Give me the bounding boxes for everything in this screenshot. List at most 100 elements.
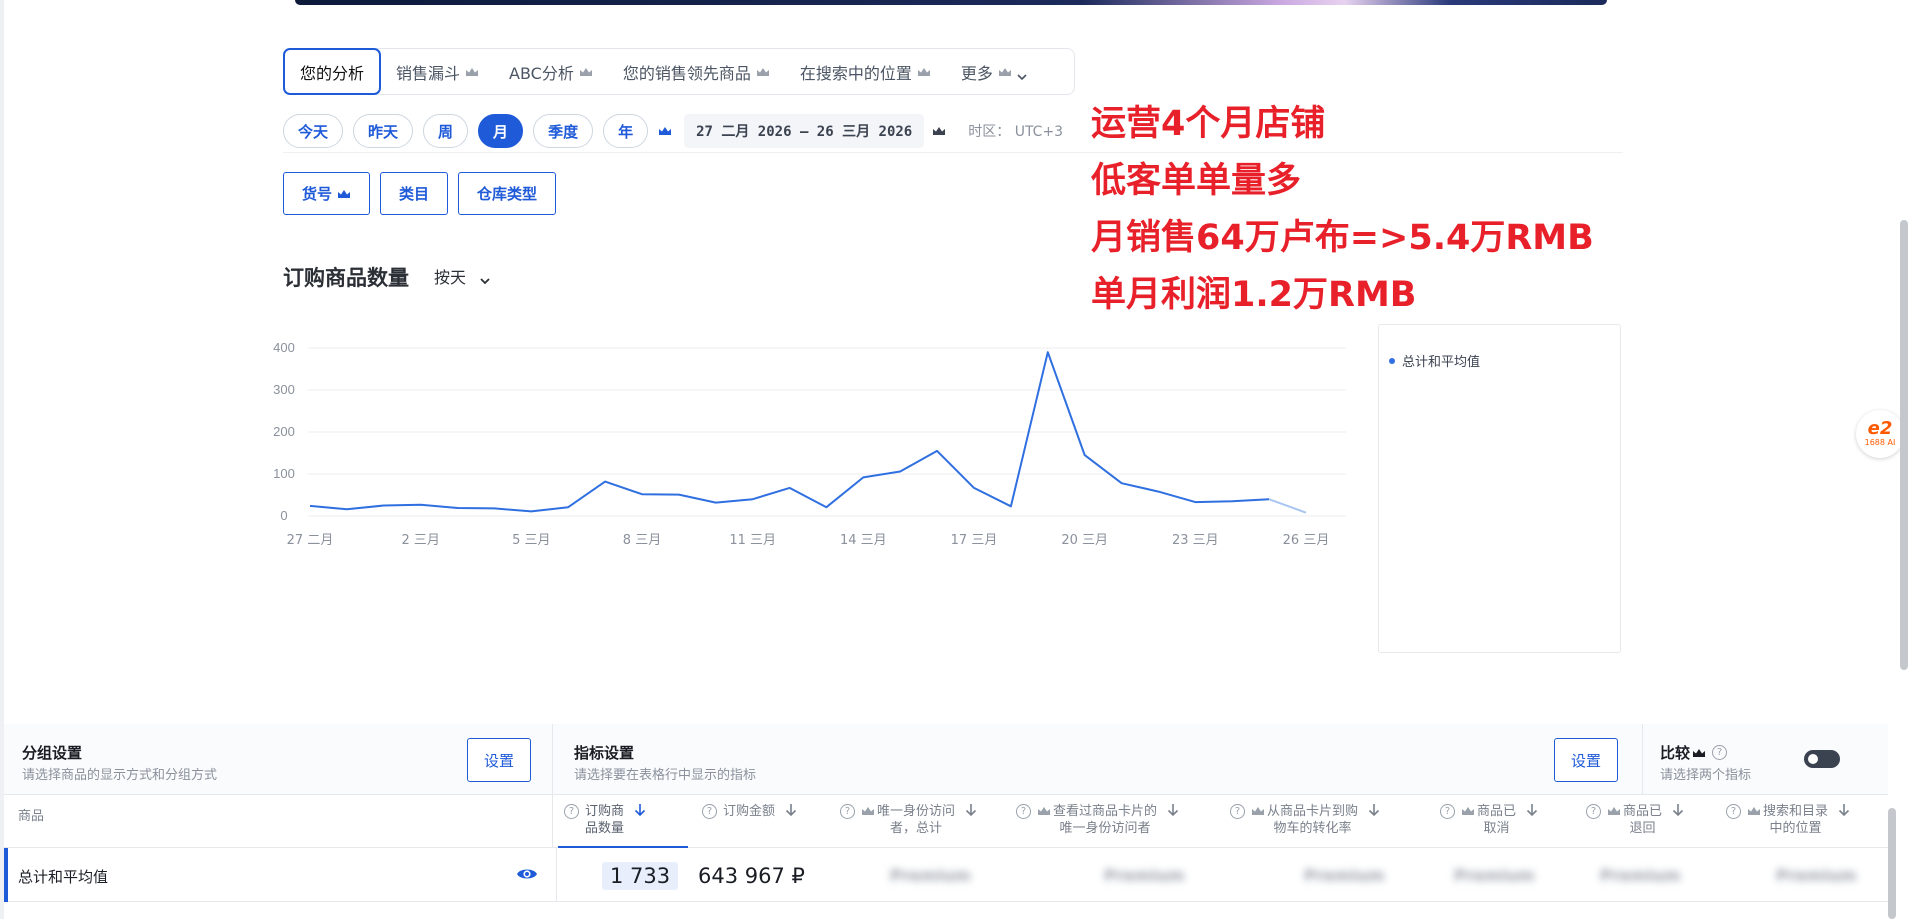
- period-pill-3[interactable]: 月: [478, 114, 524, 148]
- data-point[interactable]: [1042, 346, 1054, 358]
- tab-1[interactable]: 销售漏斗: [381, 48, 494, 95]
- data-point[interactable]: [1152, 486, 1164, 498]
- data-point[interactable]: [562, 501, 574, 513]
- filter-button-1[interactable]: 类目: [380, 172, 449, 215]
- sort-arrow-icon[interactable]: [1838, 803, 1850, 821]
- column-label: 搜索和目录 中的位置: [1763, 803, 1828, 837]
- tab-4[interactable]: 在搜索中的位置: [785, 48, 946, 95]
- data-point[interactable]: [1079, 449, 1091, 461]
- data-point[interactable]: [304, 500, 316, 512]
- filter-button-2[interactable]: 仓库类型: [458, 172, 557, 215]
- orders-line-chart[interactable]: 0 100 200 300 400 27 二月 2 三月 5 三月 8 三月 11 三月 14 三月…: [270, 330, 1350, 670]
- sort-arrow-icon[interactable]: [1368, 803, 1380, 821]
- period-pill-4[interactable]: 季度: [533, 114, 594, 148]
- data-point[interactable]: [857, 471, 869, 483]
- crown-icon: [756, 67, 770, 77]
- data-point[interactable]: [378, 500, 390, 512]
- column-header-0[interactable]: ? 订购商 品数量: [564, 803, 646, 837]
- sort-arrow-icon[interactable]: [1167, 803, 1179, 821]
- column-header-product[interactable]: 商品: [18, 805, 44, 824]
- tab-0[interactable]: 您的分析: [283, 48, 382, 95]
- ai-assistant-badge[interactable]: e2 1688 AI: [1856, 410, 1904, 458]
- x-tick-label: 26 三月: [1283, 533, 1330, 548]
- column-header-7[interactable]: ? 搜索和目录 中的位置: [1726, 803, 1850, 837]
- sort-arrow-icon[interactable]: [1526, 803, 1538, 821]
- column-header-4[interactable]: ? 从商品卡片到购 物车的转化率: [1230, 803, 1380, 837]
- data-point[interactable]: [452, 502, 464, 514]
- eye-icon[interactable]: [516, 866, 538, 882]
- help-icon[interactable]: ?: [840, 804, 855, 819]
- x-tick-label: 11 三月: [729, 533, 776, 548]
- column-header-5[interactable]: ? 商品已 取消: [1440, 803, 1538, 837]
- data-point[interactable]: [1189, 496, 1201, 508]
- column-label-line: 商品已: [1623, 804, 1663, 819]
- data-point[interactable]: [894, 465, 906, 477]
- data-point[interactable]: [1116, 477, 1128, 489]
- locked-value: Premium: [1104, 866, 1185, 885]
- compare-toggle[interactable]: [1804, 750, 1840, 768]
- help-icon[interactable]: ?: [1712, 745, 1728, 760]
- period-pill-5[interactable]: 年: [603, 114, 649, 148]
- tab-2[interactable]: ABC分析: [494, 48, 608, 95]
- data-point[interactable]: [747, 493, 759, 505]
- data-point[interactable]: [820, 501, 832, 513]
- data-point[interactable]: [1005, 500, 1017, 512]
- data-point[interactable]: [673, 489, 685, 501]
- data-point[interactable]: [1263, 493, 1275, 505]
- data-point[interactable]: [784, 482, 796, 494]
- tab-3[interactable]: 您的销售领先商品: [608, 48, 785, 95]
- compare-settings: 比较 ? 请选择两个指标: [1642, 724, 1888, 794]
- column-header-1[interactable]: ? 订购金额: [702, 803, 797, 821]
- column-header-3[interactable]: ? 查看过商品卡片的 唯一身份访问者: [1016, 803, 1179, 837]
- sort-arrow-icon[interactable]: [965, 803, 977, 821]
- data-point[interactable]: [636, 488, 648, 500]
- data-point[interactable]: [931, 445, 943, 457]
- tab-5[interactable]: 更多: [946, 48, 1042, 95]
- help-icon[interactable]: ?: [1016, 804, 1031, 819]
- ordered-qty-value[interactable]: 1 733: [602, 862, 679, 890]
- order-amount-value: 643 967 ₽: [698, 864, 805, 888]
- sort-arrow-icon[interactable]: [785, 803, 797, 821]
- column-header-6[interactable]: ? 商品已 退回: [1586, 803, 1684, 837]
- column-header-2[interactable]: ? 唯一身份访问 者，总计: [840, 803, 977, 837]
- help-icon[interactable]: ?: [1230, 804, 1245, 819]
- y-tick-label: 100: [273, 466, 295, 481]
- filter-label: 类目: [399, 185, 430, 203]
- page-scrollbar[interactable]: [1900, 220, 1908, 670]
- help-icon[interactable]: ?: [702, 804, 717, 819]
- filter-button-0[interactable]: 货号: [283, 172, 371, 215]
- data-point[interactable]: [1300, 507, 1312, 519]
- date-range-picker[interactable]: 27 二月 2026 – 26 三月 2026: [684, 114, 925, 148]
- data-point[interactable]: [488, 502, 500, 514]
- data-point[interactable]: [968, 482, 980, 494]
- sort-arrow-icon[interactable]: [1672, 803, 1684, 821]
- help-icon[interactable]: ?: [1726, 804, 1741, 819]
- metric-settings-title: 指标设置: [574, 744, 635, 762]
- x-tick-label: 14 三月: [840, 533, 887, 548]
- help-icon[interactable]: ?: [1440, 804, 1455, 819]
- help-icon[interactable]: ?: [564, 804, 579, 819]
- period-pill-0[interactable]: 今天: [283, 114, 344, 148]
- data-point[interactable]: [341, 503, 353, 515]
- table-scrollbar[interactable]: [1888, 808, 1896, 919]
- metric-settings-button[interactable]: 设置: [1554, 738, 1619, 782]
- column-label-line: 从商品卡片到购: [1267, 804, 1359, 819]
- data-point[interactable]: [415, 499, 427, 511]
- period-pill-1[interactable]: 昨天: [353, 114, 414, 148]
- column-separator: [556, 848, 557, 902]
- period-pill-2[interactable]: 周: [423, 114, 469, 148]
- data-point[interactable]: [525, 505, 537, 517]
- table-row[interactable]: 总计和平均值 1 733 643 967 ₽ Premium Premium Pre…: [4, 848, 1888, 902]
- promo-banner-edge[interactable]: [295, 0, 1607, 5]
- crown-icon: [465, 67, 479, 77]
- granularity-select[interactable]: 按天: [434, 264, 490, 288]
- group-settings-button[interactable]: 设置: [467, 738, 532, 782]
- metric-settings-subtitle: 请选择要在表格行中显示的指标: [574, 768, 757, 783]
- help-icon[interactable]: ?: [1586, 804, 1601, 819]
- data-point[interactable]: [599, 476, 611, 488]
- x-tick-label: 5 三月: [512, 533, 550, 548]
- data-point[interactable]: [1226, 495, 1238, 507]
- sort-arrow-icon[interactable]: [634, 803, 646, 821]
- legend-item[interactable]: 总计和平均值: [1389, 351, 1480, 370]
- data-point[interactable]: [710, 497, 722, 509]
